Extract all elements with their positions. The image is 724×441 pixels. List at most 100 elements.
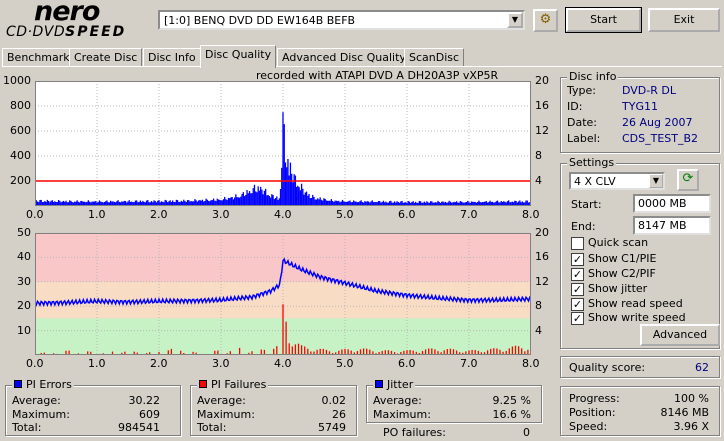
advanced-button[interactable]: Advanced [640, 324, 720, 346]
pi-errors-title: PI Errors [12, 378, 74, 391]
speed-select[interactable]: 4 X CLV ▼ [569, 172, 665, 190]
x-tick-label: 8.0 [522, 357, 540, 370]
start-mb-label: Start: [571, 198, 602, 211]
y-left-tick-label: 600 [10, 124, 31, 137]
show-write-speed-checkbox[interactable]: ✓ [571, 312, 584, 325]
y-right-tick-label: 8 [535, 149, 542, 162]
tab-scandisc[interactable]: ScanDisc [404, 48, 465, 67]
pi-errors-color-icon [14, 380, 22, 388]
quality-score-value: 62 [695, 361, 709, 374]
x-tick-label: 4.0 [274, 208, 292, 221]
quick-scan-label: Quick scan [588, 236, 649, 249]
show-jitter-label: Show jitter [588, 282, 648, 295]
pi-failures-total-label: Total: [197, 421, 227, 434]
x-tick-label: 6.0 [398, 208, 416, 221]
exit-button[interactable]: Exit [648, 8, 720, 32]
progress-value: 100 % [674, 392, 709, 405]
tab-create-disc[interactable]: Create Disc [69, 48, 143, 67]
y-left-tick-label: 400 [10, 149, 31, 162]
disc-info-title: Disc info [567, 70, 619, 83]
pi-failures-total-value: 5749 [318, 421, 346, 434]
x-tick-label: 2.0 [150, 208, 168, 221]
disc-label-label: Label: [567, 132, 601, 145]
progress-label: Progress: [569, 392, 620, 405]
show-c1-pie-checkbox[interactable]: ✓ [571, 253, 584, 266]
quality-score-group: Quality score: 62 [560, 356, 720, 378]
show-c2-pif-checkbox[interactable]: ✓ [571, 268, 584, 281]
jitter-average-value: 9.25 % [492, 394, 531, 407]
progress-group: Progress: 100 % Position: 8146 MB Speed:… [560, 386, 720, 436]
speed-select-value: 4 X CLV [574, 175, 616, 188]
x-tick-label: 7.0 [460, 357, 478, 370]
jitter-title: Jitter [373, 378, 416, 391]
x-tick-label: 4.0 [274, 357, 292, 370]
chevron-down-icon[interactable]: ▼ [649, 174, 663, 188]
po-failures-label: PO failures: [383, 426, 446, 439]
jitter-group: Jitter Average: 9.25 % Maximum: 16.6 % [366, 378, 542, 423]
pi-errors-group: PI Errors Average: 30.22 Maximum: 609 To… [5, 378, 181, 436]
disc-id-value: TYG11 [622, 100, 658, 113]
pi-failures-color-icon [199, 380, 207, 388]
eject-icon[interactable]: ⚙ [533, 9, 558, 32]
tab-disc-info[interactable]: Disc Info [143, 48, 201, 67]
disc-date-value: 26 Aug 2007 [622, 116, 693, 129]
jitter-average-label: Average: [373, 394, 422, 407]
y-left-tick-label: 800 [10, 99, 31, 112]
x-tick-label: 0.0 [26, 357, 44, 370]
y-left-tick-label: 50 [17, 226, 31, 239]
end-mb-input[interactable]: 8147 MB [633, 216, 711, 235]
end-mb-label: End: [571, 220, 596, 233]
jitter-maximum-value: 16.6 % [492, 408, 531, 421]
x-tick-label: 3.0 [212, 357, 230, 370]
quick-scan-checkbox[interactable] [571, 237, 584, 250]
pi-failures-jitter-chart [35, 233, 531, 355]
y-right-tick-label: 16 [535, 250, 549, 264]
pi-errors-maximum-label: Maximum: [12, 408, 70, 421]
pi-failures-average-value: 0.02 [321, 394, 347, 407]
x-tick-label: 3.0 [212, 208, 230, 221]
tab-disc-quality[interactable]: Disc Quality [200, 45, 277, 68]
refresh-icon[interactable]: ⟳ [677, 169, 699, 191]
x-tick-label: 6.0 [398, 357, 416, 370]
pi-errors-total-value: 984541 [118, 421, 160, 434]
x-tick-label: 2.0 [150, 357, 168, 370]
y-right-tick-label: 8 [535, 299, 542, 313]
x-tick-label: 1.0 [88, 357, 106, 370]
position-value: 8146 MB [660, 406, 709, 419]
show-read-speed-checkbox[interactable]: ✓ [571, 298, 584, 311]
start-mb-input[interactable]: 0000 MB [633, 194, 711, 213]
y-right-tick-label: 4 [535, 174, 542, 187]
disc-id-label: ID: [567, 100, 583, 113]
pi-failures-maximum-value: 26 [332, 408, 346, 421]
start-button[interactable]: Start [565, 7, 642, 33]
x-tick-label: 8.0 [522, 208, 540, 221]
show-jitter-checkbox[interactable]: ✓ [571, 283, 584, 296]
logo-nero: nero [34, 0, 100, 27]
disc-date-label: Date: [567, 116, 597, 129]
show-read-speed-label: Show read speed [588, 297, 683, 310]
speed-label: Speed: [569, 420, 608, 433]
tab-benchmark[interactable]: Benchmark [2, 48, 75, 67]
y-right-tick-label: 20 [535, 226, 549, 239]
nero-logo: nero CD·DVDSPEED [6, 0, 151, 42]
pi-errors-total-label: Total: [12, 421, 42, 434]
pi-errors-maximum-value: 609 [139, 408, 160, 421]
tab-advanced-disc-quality[interactable]: Advanced Disc Quality [277, 48, 411, 67]
y-left-tick-label: 200 [10, 174, 31, 187]
y-right-tick-label: 4 [535, 323, 542, 337]
pi-errors-average-label: Average: [12, 394, 61, 407]
pi-failures-group: PI Failures Average: 0.02 Maximum: 26 To… [190, 378, 357, 436]
y-left-tick-label: 40 [17, 250, 31, 264]
x-tick-label: 1.0 [88, 208, 106, 221]
y-right-tick-label: 12 [535, 274, 549, 288]
speed-value: 3.96 X [673, 420, 709, 433]
x-tick-label: 7.0 [460, 208, 478, 221]
chevron-down-icon[interactable]: ▼ [507, 12, 523, 28]
disc-info-group: Disc info Type: DVD-R DL ID: TYG11 Date:… [560, 70, 720, 153]
pi-failures-title: PI Failures [197, 378, 269, 391]
y-left-tick-label: 30 [17, 274, 31, 288]
y-left-tick-label: 20 [17, 299, 31, 313]
show-c1-pie-label: Show C1/PIE [588, 252, 657, 265]
y-right-tick-label: 16 [535, 99, 549, 112]
drive-select[interactable]: [1:0] BENQ DVD DD EW164B BEFB ▼ [158, 10, 525, 30]
